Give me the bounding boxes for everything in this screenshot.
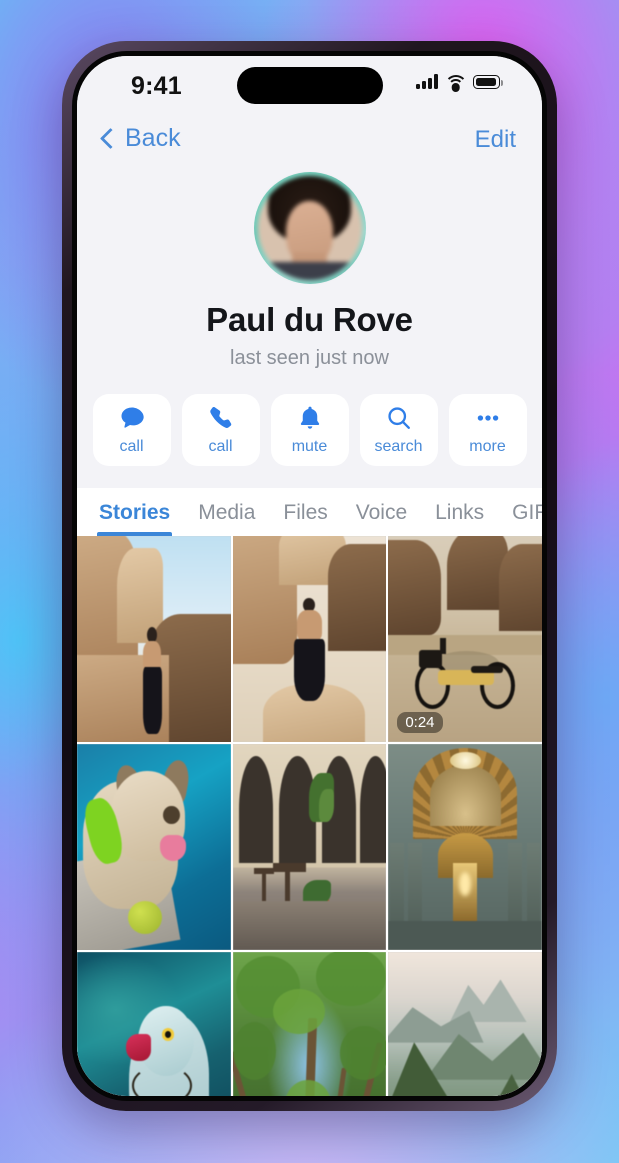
tab-stories[interactable]: Stories [96, 501, 173, 536]
tile-parrot[interactable] [77, 952, 231, 1096]
status-bar: 9:41 [77, 56, 542, 112]
phone-screen: 9:41 Back Edit Paul du Rove last seen ju… [77, 56, 542, 1096]
tab-gifs[interactable]: GIFs [512, 501, 542, 536]
tile-canyon-person[interactable] [77, 536, 231, 742]
chat-bubble-icon [118, 404, 146, 432]
edit-button[interactable]: Edit [475, 126, 516, 154]
tile-desert-motorbike[interactable]: 0:24 [388, 536, 542, 742]
cellular-signal-icon [416, 74, 438, 89]
more-dots-icon [474, 404, 502, 432]
battery-icon [473, 75, 503, 89]
wifi-icon [444, 74, 467, 92]
page-title: Paul du Rove [206, 301, 413, 338]
dynamic-island [236, 67, 383, 104]
tile-forest-canopy[interactable] [232, 952, 387, 1096]
avatar-shoulders [257, 262, 362, 280]
action-button-message[interactable]: call [92, 394, 171, 466]
action-button-label: more [469, 438, 506, 455]
chevron-left-icon [99, 127, 122, 149]
navigation-bar: Back Edit [77, 112, 542, 170]
action-button-search[interactable]: search [359, 394, 438, 466]
status-bar-clock: 9:41 [131, 72, 182, 100]
action-button-label: search [374, 438, 423, 455]
back-button-label: Back [125, 124, 181, 152]
last-seen-status: last seen just now [230, 347, 389, 369]
tile-basilica-dome[interactable] [388, 744, 542, 950]
avatar-story-ring[interactable] [253, 172, 366, 284]
back-button[interactable]: Back [99, 124, 181, 153]
search-icon [385, 404, 413, 432]
content-tab-bar: Stories Media Files Voice Links GIFs [77, 488, 542, 536]
action-button-label: call [208, 438, 233, 455]
action-button-label: mute [291, 438, 328, 455]
phone-device-frame: 9:41 Back Edit Paul du Rove last seen ju… [62, 41, 557, 1111]
action-button-mute[interactable]: mute [270, 394, 349, 466]
profile-header: Paul du Rove last seen just now [77, 170, 542, 370]
phone-bezel: 9:41 Back Edit Paul du Rove last seen ju… [72, 51, 547, 1101]
stories-grid: 0:24 [77, 536, 542, 1096]
bell-icon [296, 404, 324, 432]
tab-files[interactable]: Files [283, 501, 327, 536]
tab-voice[interactable]: Voice [356, 501, 407, 536]
video-duration-badge: 0:24 [397, 712, 443, 733]
tile-dog-pool[interactable] [77, 744, 231, 950]
status-bar-icons [416, 74, 503, 92]
action-button-more[interactable]: more [448, 394, 527, 466]
action-button-label: call [119, 438, 144, 455]
action-button-row: call call mute search more [77, 370, 542, 488]
tile-desert-rock-pose[interactable] [232, 536, 387, 742]
tile-street-cafe[interactable] [232, 744, 387, 950]
phone-icon [207, 404, 235, 432]
avatar[interactable] [257, 176, 362, 280]
tab-links[interactable]: Links [435, 501, 484, 536]
tab-media[interactable]: Media [198, 501, 255, 536]
action-button-call[interactable]: call [181, 394, 260, 466]
tile-mountain-valley[interactable] [388, 952, 542, 1096]
